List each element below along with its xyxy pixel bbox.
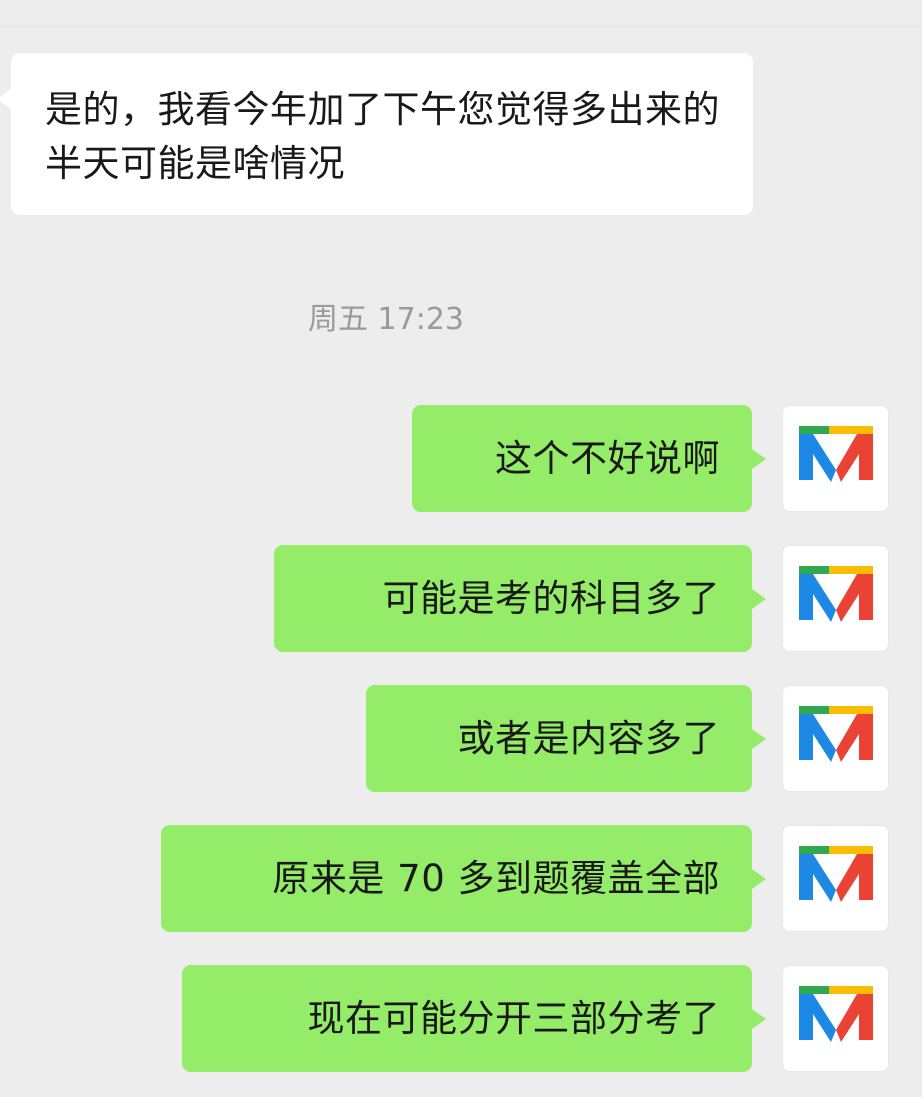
- avatar[interactable]: [782, 405, 889, 512]
- m-logo-icon: [799, 986, 873, 1042]
- outgoing-message-bubble[interactable]: 原来是 70 多到题覆盖全部: [161, 825, 766, 932]
- m-logo-icon: [799, 426, 873, 482]
- chat-top-divider: [0, 0, 922, 27]
- message-timestamp: 周五 17:23: [308, 302, 464, 337]
- avatar[interactable]: [782, 965, 889, 1072]
- outgoing-message-bubble[interactable]: 现在可能分开三部分考了: [182, 965, 766, 1072]
- outgoing-message-text: 现在可能分开三部分考了: [307, 996, 720, 1040]
- m-logo-icon: [799, 566, 873, 622]
- m-logo-icon: [799, 846, 873, 902]
- outgoing-message-text: 这个不好说啊: [495, 436, 720, 480]
- outgoing-message-text: 原来是 70 多到题覆盖全部: [272, 856, 720, 900]
- outgoing-message-bubble[interactable]: 或者是内容多了: [366, 685, 766, 792]
- outgoing-message-text: 可能是考的科目多了: [382, 576, 720, 620]
- m-logo-icon: [799, 706, 873, 762]
- avatar[interactable]: [782, 825, 889, 932]
- outgoing-message-bubble[interactable]: 这个不好说啊: [412, 405, 766, 512]
- incoming-message-text: 是的，我看今年加了下午您觉得多出来的半天可能是啥情况: [45, 88, 720, 185]
- outgoing-message-text: 或者是内容多了: [457, 716, 720, 760]
- avatar[interactable]: [782, 685, 889, 792]
- incoming-message-bubble[interactable]: 是的，我看今年加了下午您觉得多出来的半天可能是啥情况: [0, 53, 753, 215]
- avatar[interactable]: [782, 545, 889, 652]
- outgoing-message-bubble[interactable]: 可能是考的科目多了: [274, 545, 766, 652]
